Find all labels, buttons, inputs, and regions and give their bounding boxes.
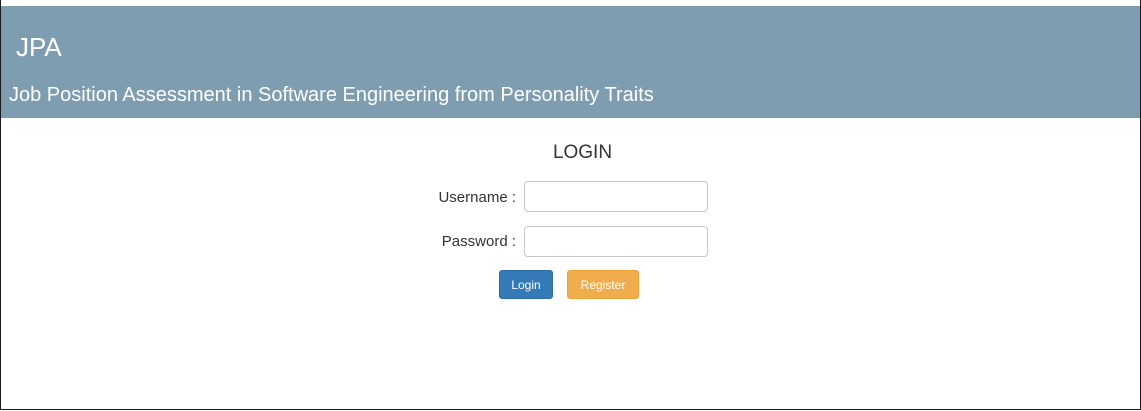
page-frame: JPA Job Position Assessment in Software … — [0, 0, 1141, 410]
app-header: JPA Job Position Assessment in Software … — [1, 6, 1140, 118]
password-input[interactable] — [524, 226, 708, 257]
login-title: LOGIN — [552, 142, 613, 163]
brand-tagline: Job Position Assessment in Software Engi… — [9, 84, 654, 106]
login-button[interactable]: Login — [499, 270, 553, 299]
brand-title: JPA — [16, 32, 62, 62]
register-button[interactable]: Register — [567, 270, 639, 299]
username-input[interactable] — [524, 181, 708, 212]
username-label: Username : — [438, 189, 516, 206]
password-label: Password : — [441, 233, 516, 250]
